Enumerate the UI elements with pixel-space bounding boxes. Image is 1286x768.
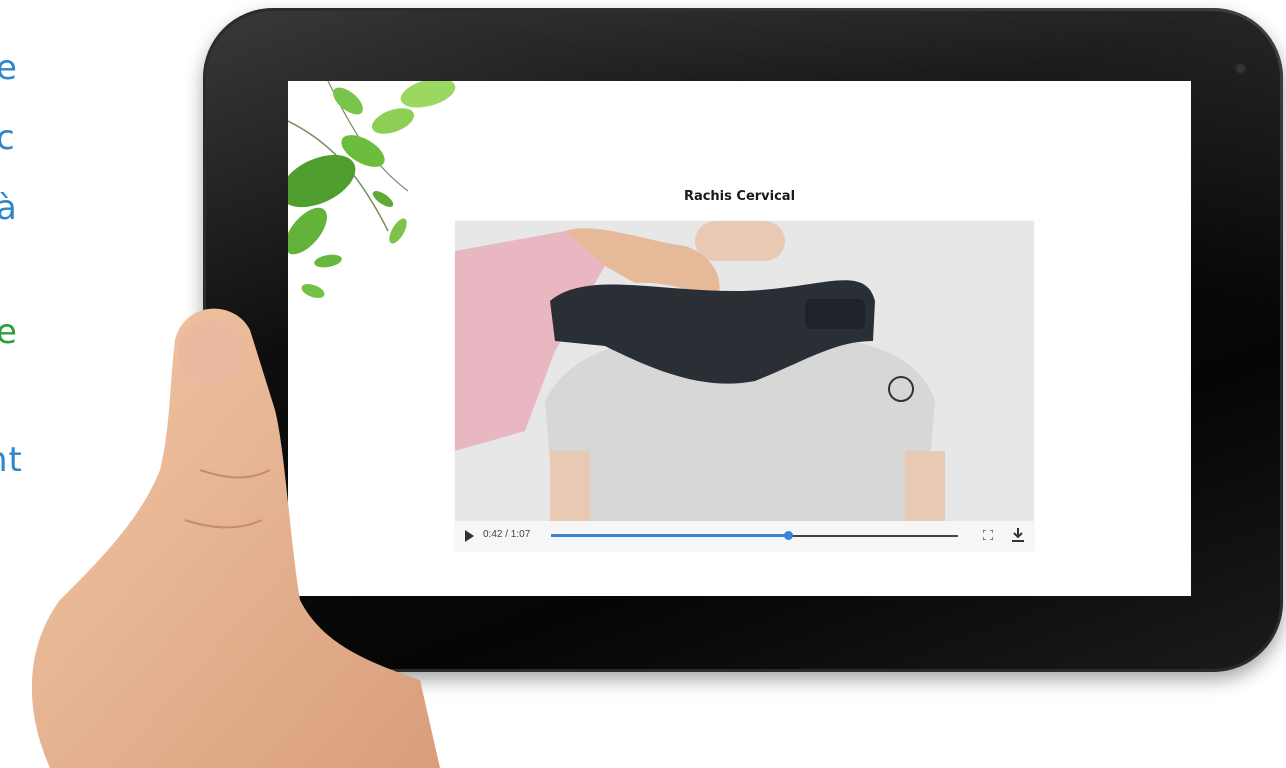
play-icon[interactable]: [465, 530, 474, 542]
video-still: [455, 221, 1034, 521]
marketing-line-2: c: [0, 118, 16, 158]
camera-icon: [1236, 64, 1245, 73]
progress-fill: [551, 534, 789, 537]
marketing-line-3: à: [0, 188, 18, 228]
video-frame[interactable]: [455, 221, 1034, 521]
video-player[interactable]: 0:42 / 1:07: [455, 221, 1034, 551]
marketing-line-5: nt: [0, 440, 23, 480]
marketing-line-4: e: [0, 312, 18, 352]
video-title: Rachis Cervical: [683, 189, 796, 204]
tablet-screen: Rachis Cervical 0:42 / 1:07: [288, 81, 1191, 596]
video-controls: 0:42 / 1:07: [455, 521, 1034, 551]
download-icon[interactable]: [1012, 528, 1024, 542]
fullscreen-icon[interactable]: [983, 530, 993, 540]
marketing-text: e c à e nt: [0, 0, 200, 768]
time-display: 0:42 / 1:07: [483, 529, 531, 540]
marketing-line-1: e: [0, 48, 18, 88]
progress-knob[interactable]: [784, 531, 794, 540]
